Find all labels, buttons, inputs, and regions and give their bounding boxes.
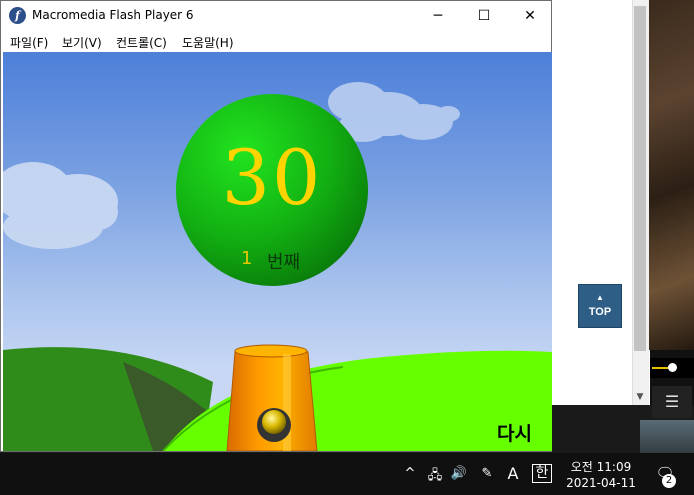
maximize-button[interactable]: ☐ [461,1,507,31]
clock-time[interactable]: 오전 11:09 [556,458,646,475]
network-icon[interactable]: 🖧 [426,466,444,488]
menu-bar: 파일(F) 보기(V) 컨트롤(C) 도움말(H) [1,31,551,51]
retry-button[interactable]: 다시 [497,419,532,446]
attempt-count-number: 1 [241,248,253,269]
menu-help[interactable]: 도움말(H) [182,34,234,51]
attempt-count-label: 번째 [267,252,301,273]
cloud-left [3,162,118,249]
clock-date[interactable]: 2021-04-11 [556,476,646,490]
menu-view[interactable]: 보기(V) [62,34,102,51]
scroll-down-arrow-icon[interactable]: ▼ [632,390,648,404]
close-button[interactable]: ✕ [507,1,553,31]
ball-number: 30 [221,133,323,222]
top-button-label: TOP [588,306,612,318]
up-arrow-icon: ▲ [596,293,604,302]
video-progress-knob[interactable] [668,363,677,372]
volume-icon[interactable]: 🔊 [450,466,468,481]
ime-language-indicator[interactable]: 한 [532,464,552,483]
minimize-button[interactable]: ─ [415,1,461,31]
flash-app-icon: f [9,7,26,24]
pen-icon[interactable]: ✎ [478,466,496,481]
scroll-to-top-button[interactable]: ▲ TOP [578,284,622,328]
window-title: Macromedia Flash Player 6 [32,8,194,22]
notification-count-badge: 2 [662,474,676,488]
grass-field [163,350,552,451]
hamburger-menu-icon[interactable]: ☰ [652,386,692,418]
show-hidden-icons-chevron-icon[interactable]: ^ [402,466,418,481]
ime-mode-indicator[interactable]: A [504,464,522,483]
menu-control[interactable]: 컨트롤(C) [116,34,167,51]
scrollbar-thumb[interactable] [634,6,646,351]
menu-file[interactable]: 파일(F) [10,34,48,51]
flash-stage[interactable]: 30 1 번째 다시 [3,52,552,451]
